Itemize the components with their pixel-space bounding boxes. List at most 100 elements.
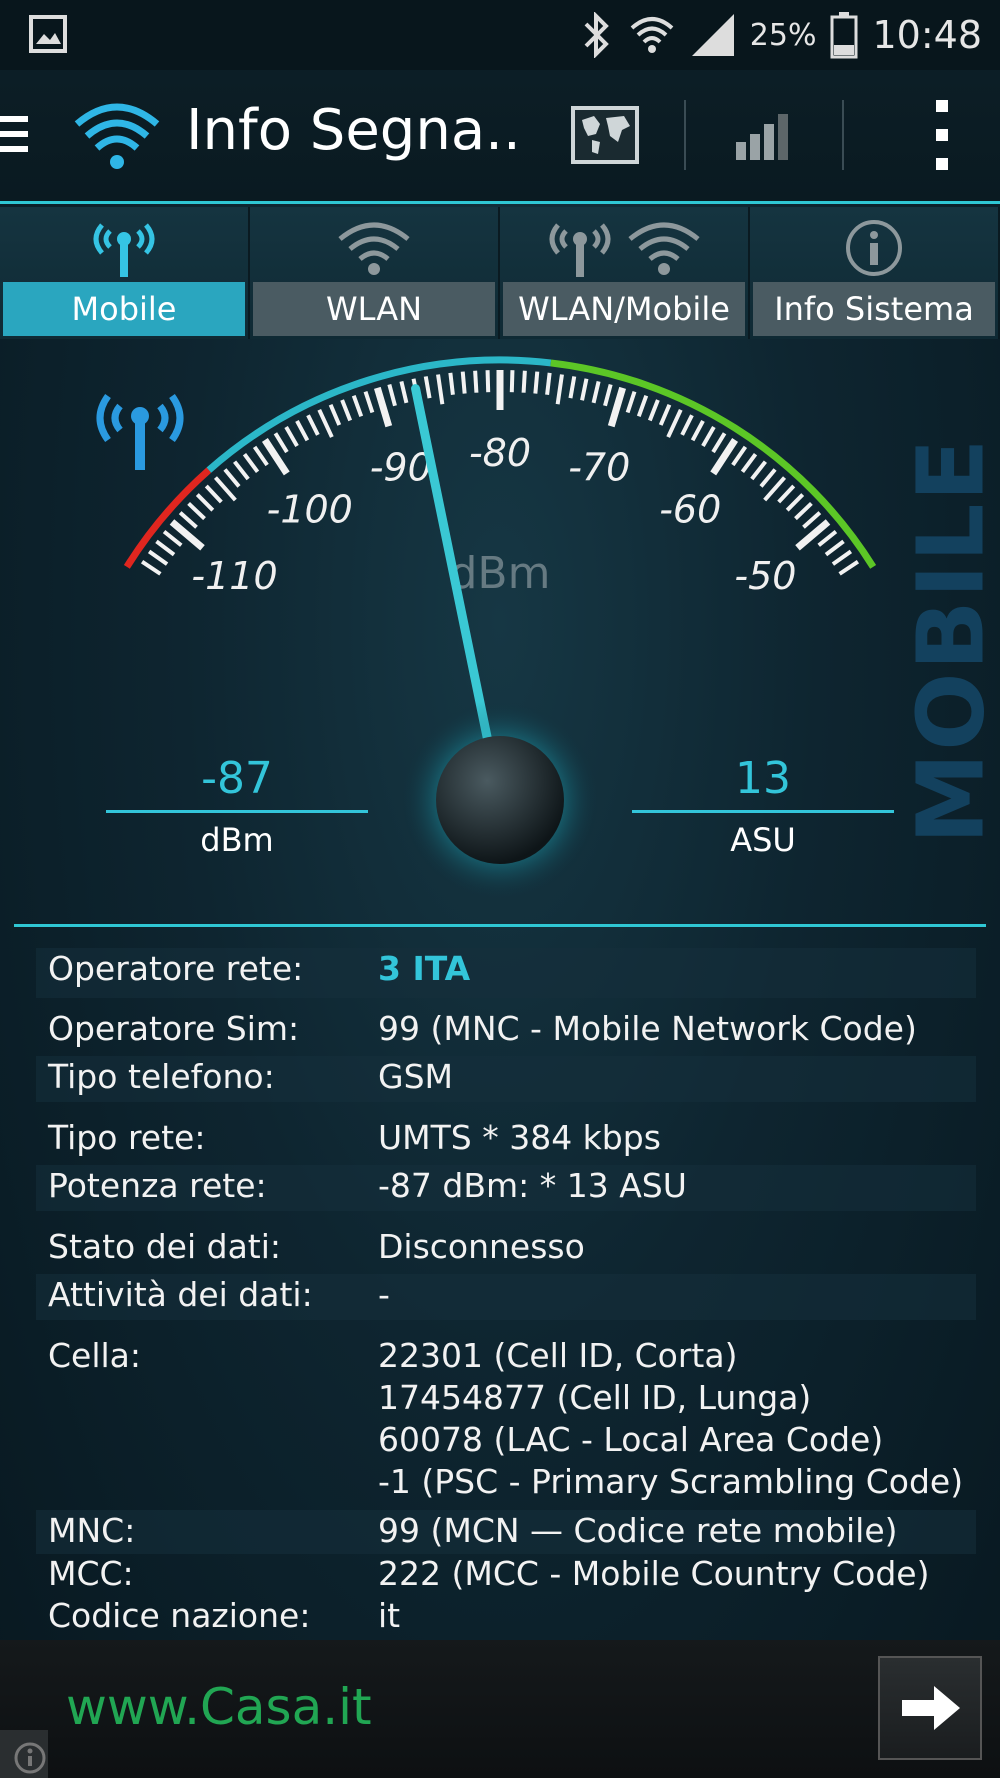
info-row-phone-type: Tipo telefono: GSM: [36, 1056, 976, 1102]
gauge-tick: [473, 370, 479, 393]
gauge-tick: [273, 432, 289, 454]
app-screen: 25% 10:48 Info Segna.. Mobile WLAN WLAN/…: [0, 0, 1000, 1778]
gauge-tick: [555, 374, 564, 405]
gauge-tick-label: -80: [469, 431, 531, 475]
info-value: it: [378, 1596, 401, 1635]
signal-bars-icon[interactable]: [732, 100, 796, 170]
info-label: MNC:: [48, 1511, 136, 1550]
gauge-tick: [607, 386, 626, 428]
info-value: UMTS * 384 kbps: [378, 1118, 661, 1157]
gauge-tick: [448, 372, 455, 395]
info-label: Codice nazione:: [48, 1596, 311, 1635]
asu-unit: ASU: [730, 821, 796, 859]
gauge-tick: [436, 374, 445, 405]
gauge-tick: [603, 383, 613, 407]
gauge-tick: [284, 425, 299, 448]
dbm-unit: dBm: [200, 821, 274, 859]
wifi-icon: [338, 222, 410, 275]
info-value: 99 (MNC - Mobile Network Code): [378, 1009, 917, 1048]
info-value: -87 dBm: * 13 ASU: [378, 1166, 687, 1205]
gauge-tick: [485, 370, 491, 393]
ad-link[interactable]: www.Casa.it: [66, 1678, 372, 1736]
gauge-tick: [658, 403, 672, 426]
gauge-tick: [509, 370, 515, 393]
info-label: MCC:: [48, 1554, 134, 1593]
readout-underline: [632, 810, 894, 813]
info-value: GSM: [378, 1057, 453, 1096]
ad-banner[interactable]: www.Casa.it: [0, 1640, 1000, 1778]
info-label: Operatore rete:: [48, 949, 304, 988]
antenna-icon: [96, 393, 184, 470]
gauge-tick: [317, 408, 334, 438]
readout-underline: [106, 810, 368, 813]
gauge-tick: [740, 452, 758, 474]
gauge-tick: [580, 378, 589, 401]
dbm-value: -87: [201, 753, 273, 804]
page-title: Info Segna..: [186, 98, 521, 163]
info-row-network-type: Tipo rete: UMTS * 384 kbps: [36, 1117, 976, 1159]
gauge-tick: [460, 371, 467, 394]
info-label: Potenza rete:: [48, 1166, 267, 1205]
section-divider: [14, 924, 986, 927]
gauge-tick: [374, 386, 393, 428]
tab-wlan[interactable]: WLAN: [250, 207, 500, 339]
needle-hub: [436, 736, 564, 864]
tab-wlan-mobile[interactable]: WLAN/Mobile: [500, 207, 750, 339]
antenna-wifi-icon: [549, 222, 700, 277]
gauge-tick: [147, 549, 169, 566]
ad-arrow-button[interactable]: [878, 1656, 982, 1760]
gauge-tick: [817, 530, 838, 547]
gauge-tick: [824, 539, 845, 557]
cell-id-long: 17454877 (Cell ID, Lunga): [378, 1378, 812, 1417]
gauge-tick: [731, 445, 748, 467]
tab-info-sistema[interactable]: Info Sistema: [750, 207, 1000, 339]
bluetooth-icon: [584, 12, 609, 58]
overflow-menu-icon[interactable]: [932, 100, 952, 170]
info-label: Operatore Sim:: [48, 1009, 300, 1048]
gauge-tick: [794, 502, 813, 521]
tab-mobile[interactable]: Mobile: [0, 207, 250, 339]
gauge-tick: [759, 468, 777, 488]
gauge-tick: [252, 445, 269, 467]
clock: 10:48: [872, 13, 982, 57]
cell-id-short: 22301 (Cell ID, Corta): [378, 1336, 738, 1375]
gauge-tick: [351, 394, 364, 418]
gauge-tick: [242, 452, 260, 474]
gauge-tick: [690, 419, 705, 442]
info-label: Tipo telefono:: [48, 1057, 275, 1096]
battery-percent: 25%: [749, 17, 817, 53]
info-row-data-activity: Attività dei dati: -: [36, 1274, 976, 1320]
gauge-tick: [363, 390, 375, 414]
ad-info-icon[interactable]: [0, 1730, 48, 1778]
gauge-tick: [178, 511, 198, 529]
info-value: 99 (MCN — Codice rete mobile): [378, 1511, 898, 1550]
gauge-tick: [387, 383, 397, 407]
map-icon[interactable]: [570, 100, 640, 170]
gauge-tick: [711, 432, 727, 454]
info-icon: [846, 220, 902, 276]
gauge-tick: [399, 381, 409, 404]
wifi-icon: [630, 17, 674, 53]
info-row-data-state: Stato dei dati: Disconnesso: [36, 1226, 976, 1268]
gauge-tick: [423, 376, 432, 399]
gauge-tick: [777, 484, 796, 504]
gauge-tick: [591, 381, 601, 404]
info-value: Disconnesso: [378, 1227, 585, 1266]
tab-label: WLAN: [253, 282, 495, 336]
gauge-tick: [636, 394, 649, 418]
arrow-right-icon: [902, 1686, 960, 1730]
gauge-tick: [295, 419, 310, 442]
action-divider: [842, 100, 844, 170]
gauge-tick: [750, 460, 767, 481]
drawer-menu-icon[interactable]: [0, 116, 28, 156]
asu-value: 13: [735, 753, 791, 804]
gauge-tick: [701, 425, 716, 448]
gauge-tick: [680, 414, 694, 436]
info-row-cell: Cella: 22301 (Cell ID, Corta) 17454877 (…: [36, 1335, 976, 1505]
antenna-icon: [93, 223, 155, 277]
dbm-readout: -87 dBm: [106, 750, 368, 859]
gauge-tick: [306, 414, 320, 436]
info-value: -: [378, 1275, 390, 1314]
action-bar: Info Segna..: [0, 70, 1000, 204]
gauge-tick-label: -60: [659, 488, 721, 532]
